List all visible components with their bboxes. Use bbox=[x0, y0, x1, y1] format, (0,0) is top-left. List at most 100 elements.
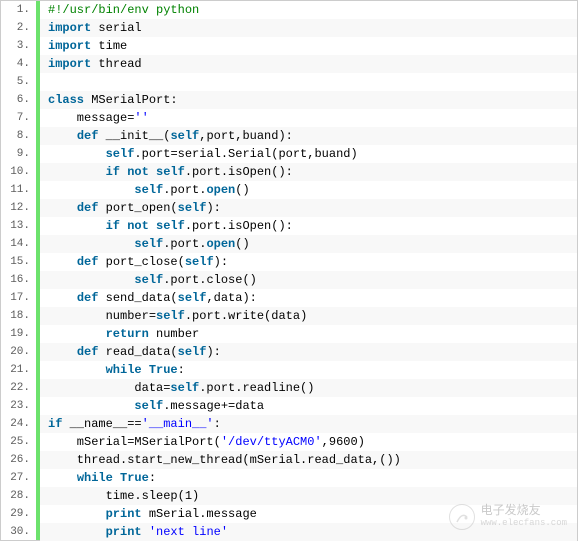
code-token: import bbox=[48, 57, 91, 71]
code-token bbox=[48, 219, 106, 233]
code-token bbox=[48, 165, 106, 179]
code-line[interactable]: def port_close(self): bbox=[40, 253, 577, 271]
code-token bbox=[48, 237, 134, 251]
line-number: 17. bbox=[1, 289, 36, 307]
code-token: __name__ bbox=[62, 417, 127, 431]
code-line[interactable]: number=self.port.write(data) bbox=[40, 307, 577, 325]
code-line[interactable]: def send_data(self,data): bbox=[40, 289, 577, 307]
code-token bbox=[142, 525, 149, 539]
code-token: True bbox=[120, 471, 149, 485]
code-token: self bbox=[106, 147, 135, 161]
code-token: ): bbox=[214, 255, 228, 269]
line-number: 7. bbox=[1, 109, 36, 127]
code-line[interactable]: def read_data(self): bbox=[40, 343, 577, 361]
code-line[interactable]: print mSerial.message bbox=[40, 505, 577, 523]
code-token: () bbox=[235, 237, 249, 251]
code-line[interactable]: mSerial=MSerialPort('/dev/ttyACM0',9600) bbox=[40, 433, 577, 451]
code-line[interactable]: self.port.open() bbox=[40, 181, 577, 199]
code-line[interactable]: data=self.port.readline() bbox=[40, 379, 577, 397]
line-number: 24. bbox=[1, 415, 36, 433]
code-token: self bbox=[185, 255, 214, 269]
code-token bbox=[149, 219, 156, 233]
code-token: mSerial bbox=[48, 435, 127, 449]
line-number: 15. bbox=[1, 253, 36, 271]
code-line[interactable]: if not self.port.isOpen(): bbox=[40, 217, 577, 235]
code-token: open bbox=[206, 237, 235, 251]
code-token bbox=[113, 471, 120, 485]
code-token: = bbox=[149, 309, 156, 323]
code-token: read_data( bbox=[98, 345, 177, 359]
line-number: 21. bbox=[1, 361, 36, 379]
code-token: .port.write(data) bbox=[185, 309, 307, 323]
line-number: 10. bbox=[1, 163, 36, 181]
code-token: port_close( bbox=[98, 255, 184, 269]
code-area[interactable]: #!/usr/bin/env pythonimport serialimport… bbox=[37, 1, 577, 540]
code-token bbox=[48, 399, 134, 413]
line-number: 11. bbox=[1, 181, 36, 199]
code-token: += bbox=[221, 399, 235, 413]
code-line[interactable]: self.port.close() bbox=[40, 271, 577, 289]
code-token: self bbox=[170, 381, 199, 395]
code-line[interactable]: import time bbox=[40, 37, 577, 55]
code-token: thread.start_new_thread(mSerial.read_dat… bbox=[48, 453, 401, 467]
code-token: == bbox=[127, 417, 141, 431]
code-line[interactable]: self.message+=data bbox=[40, 397, 577, 415]
code-line[interactable]: if not self.port.isOpen(): bbox=[40, 163, 577, 181]
code-line[interactable]: self.port.open() bbox=[40, 235, 577, 253]
line-number: 2. bbox=[1, 19, 36, 37]
code-token: ): bbox=[206, 201, 220, 215]
code-token: self bbox=[156, 165, 185, 179]
line-number: 30. bbox=[1, 523, 36, 541]
line-number: 9. bbox=[1, 145, 36, 163]
line-number: 22. bbox=[1, 379, 36, 397]
code-token: ) bbox=[192, 489, 199, 503]
code-token bbox=[48, 363, 106, 377]
code-line[interactable]: #!/usr/bin/env python bbox=[40, 1, 577, 19]
line-number: 28. bbox=[1, 487, 36, 505]
line-number: 6. bbox=[1, 91, 36, 109]
code-line[interactable]: message='' bbox=[40, 109, 577, 127]
code-token: self bbox=[134, 237, 163, 251]
code-line[interactable]: self.port=serial.Serial(port,buand) bbox=[40, 145, 577, 163]
code-token: def bbox=[77, 201, 99, 215]
code-token: .port. bbox=[163, 237, 206, 251]
line-number: 25. bbox=[1, 433, 36, 451]
code-token: () bbox=[235, 183, 249, 197]
code-token: ,data): bbox=[206, 291, 256, 305]
code-token: open bbox=[206, 183, 235, 197]
code-line[interactable]: def __init__(self,port,buand): bbox=[40, 127, 577, 145]
line-number: 12. bbox=[1, 199, 36, 217]
code-token: def bbox=[77, 255, 99, 269]
code-token: .port.isOpen(): bbox=[185, 219, 293, 233]
code-line[interactable]: import thread bbox=[40, 55, 577, 73]
code-line[interactable] bbox=[40, 73, 577, 91]
code-line[interactable]: return number bbox=[40, 325, 577, 343]
code-token: ): bbox=[206, 345, 220, 359]
code-token: .port.readline() bbox=[199, 381, 314, 395]
line-number: 14. bbox=[1, 235, 36, 253]
code-token: , bbox=[322, 435, 329, 449]
code-token: port_open( bbox=[98, 201, 177, 215]
code-line[interactable]: class MSerialPort: bbox=[40, 91, 577, 109]
code-token bbox=[48, 525, 106, 539]
code-token: def bbox=[77, 129, 99, 143]
code-line[interactable]: if __name__=='__main__': bbox=[40, 415, 577, 433]
code-token bbox=[149, 165, 156, 179]
code-line[interactable]: time.sleep(1) bbox=[40, 487, 577, 505]
code-token: mSerial.message bbox=[142, 507, 257, 521]
code-line[interactable]: print 'next line' bbox=[40, 523, 577, 541]
code-line[interactable]: def port_open(self): bbox=[40, 199, 577, 217]
code-token bbox=[48, 255, 77, 269]
code-line[interactable]: import serial bbox=[40, 19, 577, 37]
code-token: = bbox=[170, 147, 177, 161]
code-token: .port.close() bbox=[163, 273, 257, 287]
code-token: .port bbox=[134, 147, 170, 161]
code-line[interactable]: while True: bbox=[40, 469, 577, 487]
code-line[interactable]: while True: bbox=[40, 361, 577, 379]
code-token: self bbox=[178, 345, 207, 359]
line-number: 18. bbox=[1, 307, 36, 325]
line-number: 27. bbox=[1, 469, 36, 487]
code-line[interactable]: thread.start_new_thread(mSerial.read_dat… bbox=[40, 451, 577, 469]
code-token: not bbox=[127, 219, 149, 233]
code-token bbox=[48, 291, 77, 305]
